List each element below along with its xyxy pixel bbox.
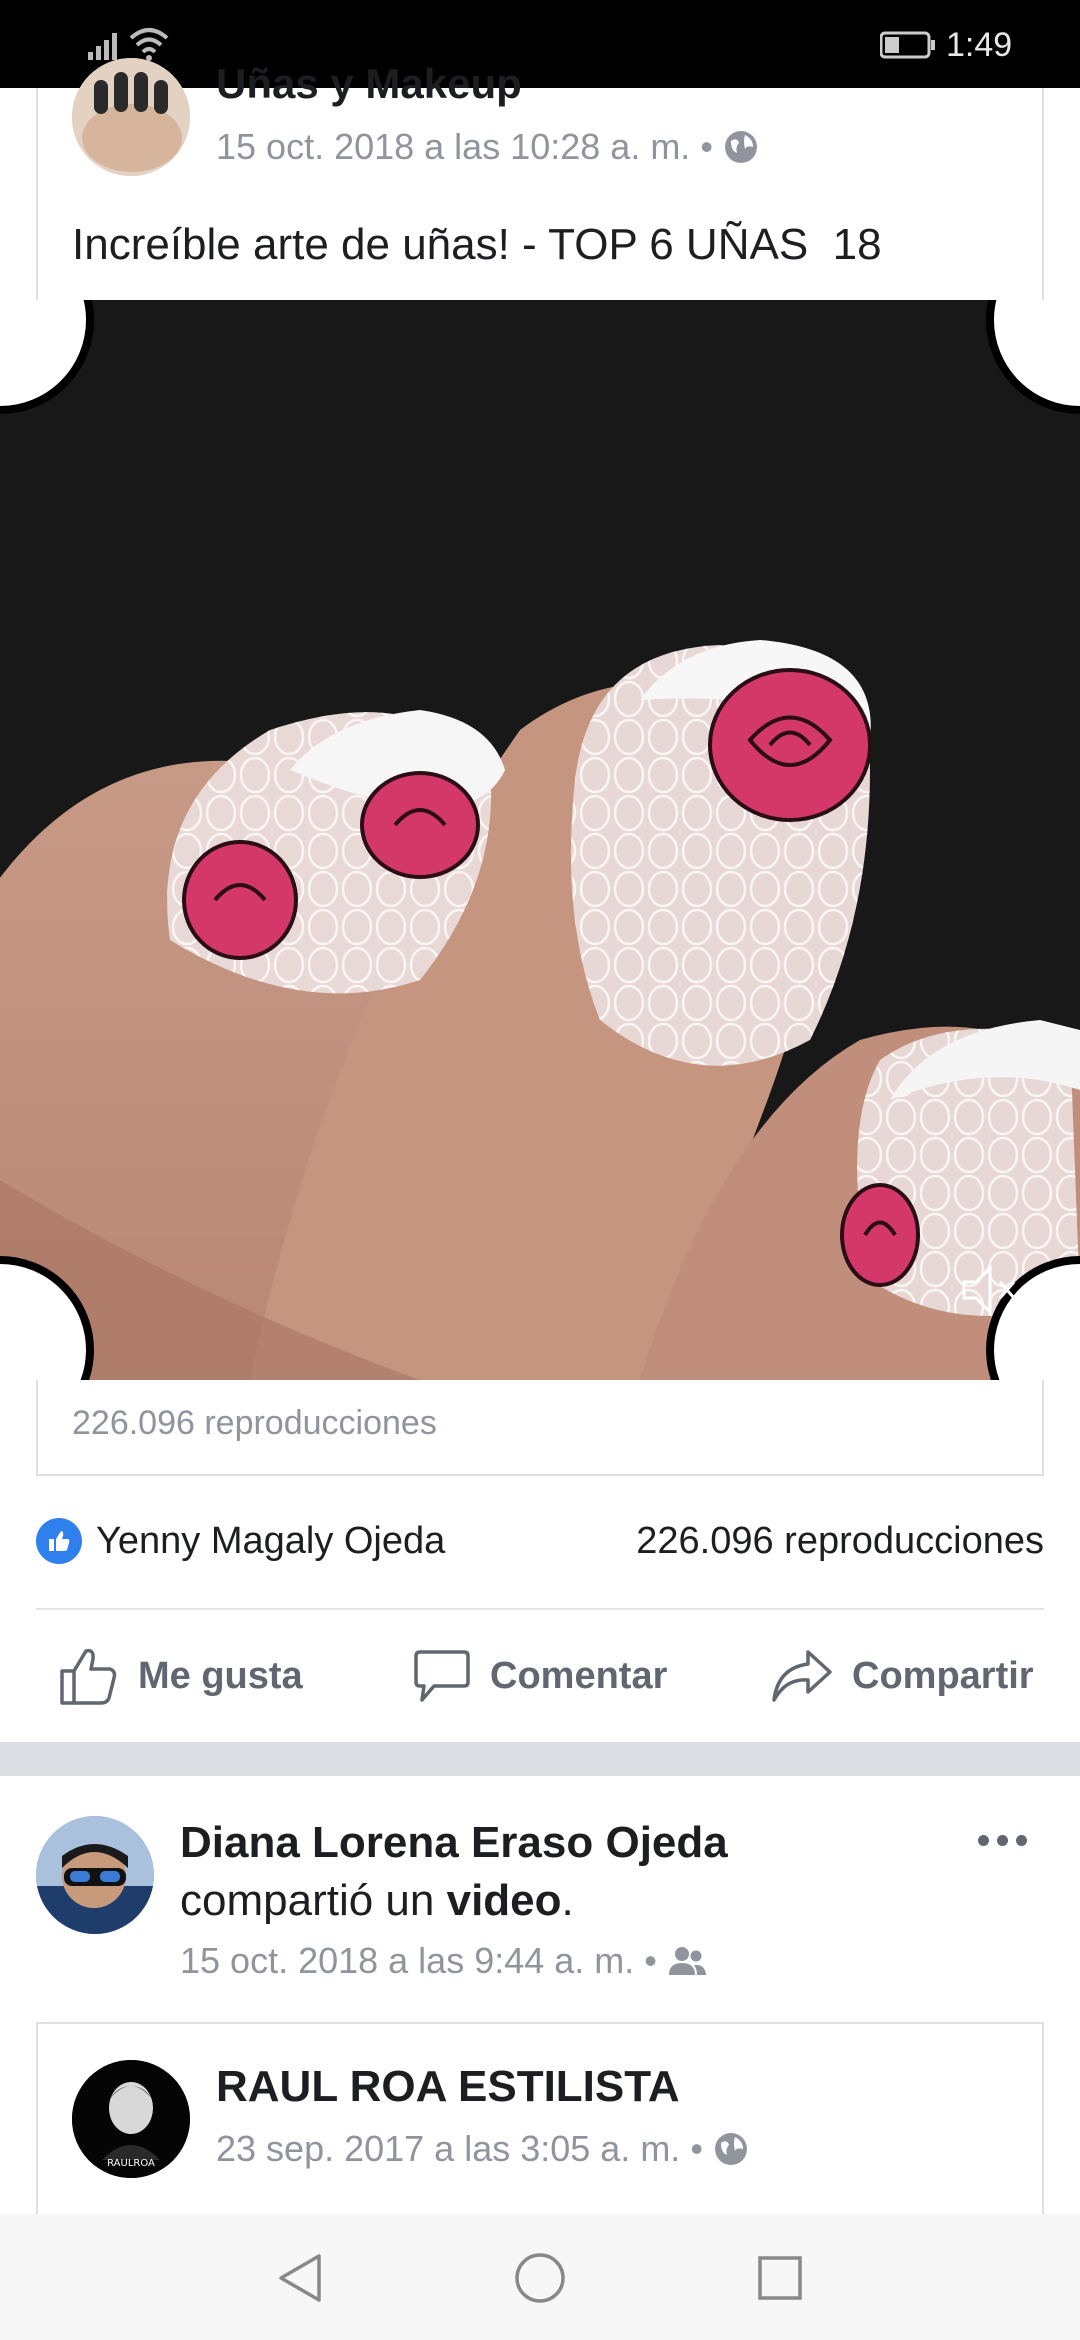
page-name[interactable]: Uñas y Makeup — [216, 60, 522, 108]
nail-art-video-frame — [0, 300, 1080, 1380]
more-icon-dot — [996, 1834, 1008, 1846]
post-timestamp[interactable]: 15 oct. 2018 a las 10:28 a. m. — [216, 126, 690, 168]
original-timestamp[interactable]: 23 sep. 2017 a las 3:05 a. m. — [216, 2128, 680, 2170]
wifi-icon — [129, 28, 169, 61]
original-post-meta: 23 sep. 2017 a las 3:05 a. m. • — [216, 2128, 749, 2170]
original-page-name[interactable]: RAUL ROA ESTILISTA — [216, 2062, 680, 2112]
system-nav-bar — [0, 2214, 1080, 2340]
author-name[interactable]: Diana Lorena Eraso Ojeda — [180, 1818, 728, 1867]
stylist-logo-text: RAULROA — [107, 2158, 155, 2169]
recents-button[interactable] — [750, 2248, 810, 2308]
video-view-count: 226.096 reproducciones — [72, 1404, 437, 1442]
comment-icon — [414, 1650, 470, 1702]
stylist-avatar[interactable]: RAULROA — [72, 2060, 190, 2178]
battery-icon — [880, 31, 935, 59]
mute-icon[interactable] — [958, 1262, 1020, 1318]
divider — [36, 1608, 1044, 1610]
action-prefix: compartió un — [180, 1876, 435, 1925]
like-label: Me gusta — [138, 1654, 303, 1697]
post-meta: 15 oct. 2018 a las 10:28 a. m. • — [216, 126, 759, 168]
author-avatar[interactable] — [36, 1816, 154, 1934]
action-suffix: . — [561, 1876, 574, 1925]
video-player[interactable] — [0, 300, 1080, 1380]
globe-icon — [724, 131, 757, 163]
meta-separator: • — [700, 126, 713, 167]
post-header-text: Diana Lorena Eraso Ojeda compartió un vi… — [180, 1814, 960, 1930]
thumbs-up-icon — [60, 1648, 117, 1705]
meta-separator: • — [690, 2128, 703, 2169]
recents-icon — [758, 2256, 802, 2300]
home-button[interactable] — [510, 2248, 570, 2308]
view-count: 226.096 reproducciones — [636, 1520, 1044, 1562]
back-icon — [279, 2254, 321, 2302]
home-icon — [515, 2253, 565, 2303]
friends-icon — [668, 1947, 706, 1975]
feed-separator — [0, 1742, 1080, 1776]
comment-label: Comentar — [490, 1654, 668, 1697]
comment-button[interactable]: Comentar — [412, 1640, 667, 1712]
screen: 1:49 Uñas y Makeup 15 oct. 2018 a las 10… — [0, 0, 1080, 2340]
more-options-button[interactable] — [970, 1820, 1034, 1860]
share-label: Compartir — [852, 1654, 1034, 1697]
globe-icon — [714, 2133, 747, 2165]
more-icon — [977, 1834, 989, 1846]
page-avatar[interactable] — [72, 58, 190, 176]
back-button[interactable] — [270, 2248, 330, 2308]
meta-separator: • — [644, 1940, 657, 1981]
shared-object-link[interactable]: video — [447, 1876, 562, 1925]
more-icon-dot — [1015, 1834, 1027, 1846]
share-icon — [772, 1650, 832, 1702]
like-button[interactable]: Me gusta — [58, 1640, 303, 1712]
like-reaction-icon — [36, 1518, 82, 1564]
signal-icon — [88, 33, 117, 60]
clock: 1:49 — [946, 26, 1013, 64]
post-timestamp[interactable]: 15 oct. 2018 a las 9:44 a. m. — [180, 1940, 634, 1982]
post-caption: Increíble arte de uñas! - TOP 6 UÑAS 18 — [72, 220, 882, 269]
post-meta: 15 oct. 2018 a las 9:44 a. m. • — [180, 1940, 707, 1982]
share-button[interactable]: Compartir — [770, 1640, 1034, 1712]
reactor-name[interactable]: Yenny Magaly Ojeda — [96, 1520, 445, 1563]
reactions-summary[interactable]: Yenny Magaly Ojeda 226.096 reproduccione… — [0, 1510, 1080, 1576]
